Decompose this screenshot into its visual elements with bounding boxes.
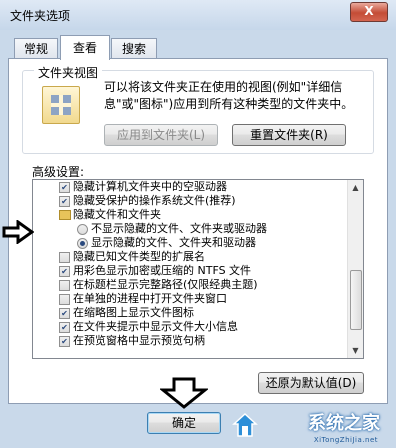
scroll-up-icon[interactable]: ▲	[348, 180, 363, 195]
tab-general[interactable]: 常规	[14, 38, 58, 59]
checkbox[interactable]: ✔	[59, 266, 70, 277]
radio-button[interactable]	[77, 224, 88, 235]
advanced-settings-label: 高级设置:	[32, 165, 85, 179]
radio-button-selected[interactable]	[77, 238, 88, 249]
title-bar: 文件夹选项 X	[0, 0, 396, 30]
tab-view[interactable]: 查看	[60, 35, 110, 60]
scroll-down-icon[interactable]: ▼	[348, 343, 363, 358]
checkbox[interactable]: ✔	[59, 182, 70, 193]
apply-to-folders-button[interactable]: 应用到文件夹(L)	[104, 124, 218, 146]
checkbox[interactable]	[59, 280, 70, 291]
checkbox[interactable]: ✔	[59, 336, 70, 347]
ok-button[interactable]: 确定	[147, 412, 221, 434]
scrollbar-thumb[interactable]	[350, 270, 362, 330]
checkbox[interactable]: ✔	[59, 322, 70, 333]
checkbox[interactable]	[59, 252, 70, 263]
reset-folders-button[interactable]: 重置文件夹(R)	[232, 124, 346, 146]
checkbox[interactable]	[59, 294, 70, 305]
right-arrow-icon	[2, 220, 34, 244]
close-button[interactable]: X	[350, 2, 388, 22]
advanced-settings-list[interactable]: ✔ 隐藏计算机文件夹中的空驱动器 ✔ 隐藏受保护的操作系统文件(推荐) 隐藏文件…	[32, 179, 364, 359]
watermark: 系统之家 XiTongZhiJia.net	[230, 410, 390, 444]
folder-views-legend: 文件夹视图	[34, 64, 103, 81]
window-title: 文件夹选项	[10, 9, 71, 23]
checkbox[interactable]: ✔	[59, 196, 70, 207]
restore-defaults-button[interactable]: 还原为默认值(D)	[258, 372, 364, 394]
folder-views-icon	[42, 86, 80, 124]
checkbox[interactable]: ✔	[59, 308, 70, 319]
tab-search[interactable]: 搜索	[111, 38, 157, 59]
folder-views-description: 可以将该文件夹正在使用的视图(例如"详细信息"或"图标")应用到所有这种类型的文…	[104, 80, 354, 111]
watermark-brand: 系统之家	[308, 413, 380, 434]
watermark-logo-icon	[232, 412, 258, 437]
down-arrow-icon	[160, 377, 208, 409]
watermark-url: XiTongZhiJia.net	[313, 436, 378, 444]
folder-icon	[59, 210, 71, 220]
vertical-scrollbar[interactable]: ▲ ▼	[347, 180, 363, 358]
